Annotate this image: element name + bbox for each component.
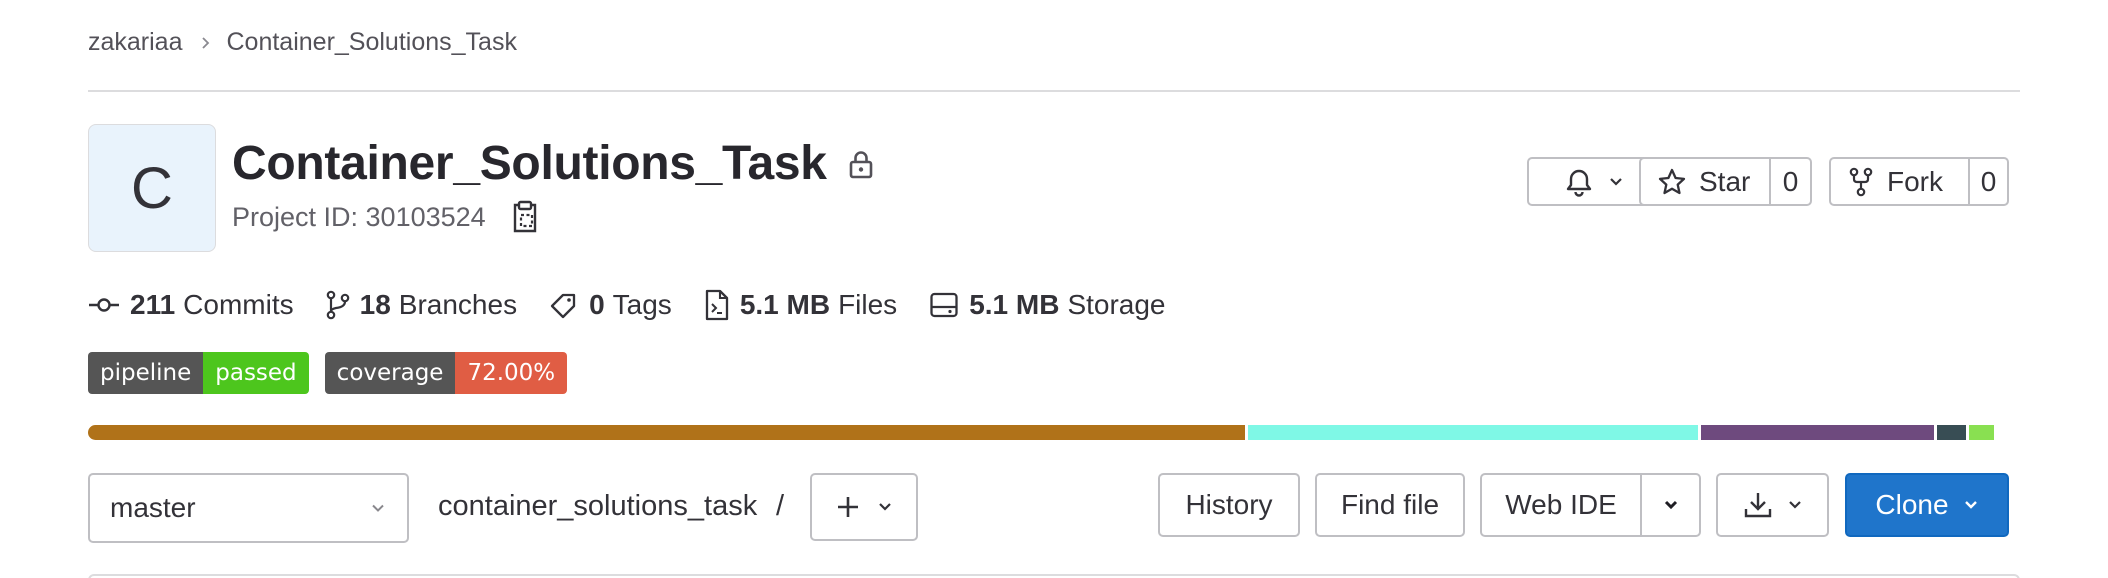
chevron-down-icon xyxy=(1787,497,1803,513)
breadcrumb-project[interactable]: Container_Solutions_Task xyxy=(227,28,517,57)
files-label: Files xyxy=(838,289,898,320)
clone-label: Clone xyxy=(1875,489,1949,520)
add-to-tree-button[interactable] xyxy=(810,473,918,541)
path-separator: / xyxy=(776,490,785,522)
language-bar-segment[interactable] xyxy=(1701,425,1935,440)
chevron-right-icon xyxy=(199,36,213,50)
tags-link[interactable]: 0 Tags xyxy=(549,289,672,321)
branch-icon xyxy=(326,290,350,320)
repository-languages-bar xyxy=(88,425,2009,440)
download-dropdown-button[interactable] xyxy=(1716,473,1829,537)
project-title: Container_Solutions_Task xyxy=(232,137,827,190)
fork-button[interactable]: Fork xyxy=(1831,159,1968,204)
project-avatar: C xyxy=(88,124,216,252)
chevron-down-icon xyxy=(369,499,387,517)
star-button[interactable]: Star xyxy=(1641,159,1769,204)
language-bar-segment[interactable] xyxy=(88,425,1245,440)
chevron-down-icon xyxy=(1963,497,1979,513)
pipeline-badge-value: passed xyxy=(203,352,309,394)
storage-size: 5.1 MB xyxy=(969,289,1060,320)
branches-link[interactable]: 18 Branches xyxy=(326,289,517,321)
copy-clipboard-icon[interactable] xyxy=(512,200,538,234)
file-tree-container xyxy=(88,574,2020,578)
lock-icon xyxy=(847,149,875,179)
find-file-button[interactable]: Find file xyxy=(1315,473,1465,537)
pipeline-badge-key: pipeline xyxy=(88,352,204,394)
branches-label: Branches xyxy=(398,289,518,320)
commits-link[interactable]: 211 Commits xyxy=(88,289,294,321)
breadcrumb: zakariaa Container_Solutions_Task xyxy=(88,28,517,57)
coverage-badge[interactable]: coverage 72.00% xyxy=(324,352,568,394)
project-id: Project ID: 30103524 xyxy=(232,201,486,232)
web-ide-button[interactable]: Web IDE xyxy=(1482,475,1640,535)
breadcrumb-owner[interactable]: zakariaa xyxy=(88,28,183,57)
pipeline-badge[interactable]: pipeline passed xyxy=(88,352,309,394)
repository-path[interactable]: container_solutions_task xyxy=(438,490,757,523)
chevron-down-icon xyxy=(1608,174,1624,190)
branches-count: 18 xyxy=(359,289,391,320)
bell-icon xyxy=(1564,167,1594,197)
star-button-group: Star 0 xyxy=(1639,157,1812,206)
project-title-row: Container_Solutions_Task xyxy=(232,136,875,191)
header-divider xyxy=(88,90,2020,92)
tag-icon xyxy=(549,290,579,320)
project-stats: 211 Commits 18 Branches 0 Tags 5.1 MB Fi… xyxy=(88,289,1198,321)
fork-button-group: Fork 0 xyxy=(1829,157,2009,206)
download-icon xyxy=(1743,490,1773,520)
branch-name: master xyxy=(110,492,196,523)
star-label: Star xyxy=(1699,165,1751,197)
star-count[interactable]: 0 xyxy=(1769,159,1810,204)
language-bar-segment[interactable] xyxy=(1968,425,1994,440)
history-button[interactable]: History xyxy=(1158,473,1300,537)
chevron-down-icon xyxy=(877,499,893,515)
files-link[interactable]: 5.1 MB Files xyxy=(704,289,897,321)
tags-count: 0 xyxy=(589,289,605,320)
files-size: 5.1 MB xyxy=(739,289,831,320)
file-code-icon xyxy=(704,289,730,321)
project-badges: pipeline passed coverage 72.00% xyxy=(88,352,568,394)
web-ide-button-group: Web IDE xyxy=(1480,473,1701,537)
disk-icon xyxy=(929,291,959,319)
coverage-badge-value: 72.00% xyxy=(455,352,568,394)
clone-dropdown-button[interactable]: Clone xyxy=(1845,473,2009,537)
fork-label: Fork xyxy=(1887,165,1943,197)
commit-icon xyxy=(88,295,120,315)
language-bar-segment[interactable] xyxy=(1247,425,1699,440)
project-id-row: Project ID: 30103524 xyxy=(232,200,538,234)
language-bar-segment[interactable] xyxy=(1937,425,1966,440)
fork-icon xyxy=(1847,167,1875,197)
chevron-down-icon xyxy=(1663,497,1679,513)
storage-label: Storage xyxy=(1067,289,1166,320)
plus-icon xyxy=(835,494,861,520)
tags-label: Tags xyxy=(612,289,672,320)
coverage-badge-key: coverage xyxy=(324,352,456,394)
commits-label: Commits xyxy=(183,289,294,320)
storage-link[interactable]: 5.1 MB Storage xyxy=(929,289,1166,321)
branch-selector[interactable]: master xyxy=(88,473,409,543)
fork-count[interactable]: 0 xyxy=(1968,159,2007,204)
star-icon xyxy=(1657,167,1687,197)
web-ide-dropdown-toggle[interactable] xyxy=(1640,475,1699,535)
commits-count: 211 xyxy=(130,289,176,320)
